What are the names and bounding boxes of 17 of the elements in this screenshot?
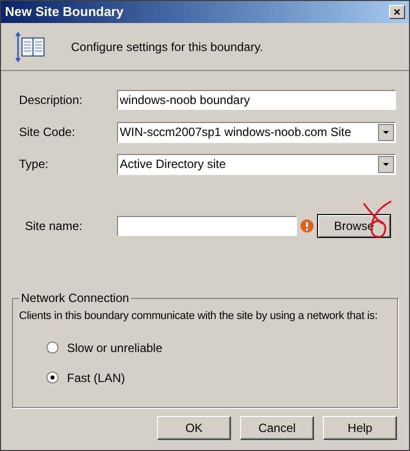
dropdown-field[interactable]: WIN-sccm2007sp1 windows-noob.com Site [116, 122, 396, 142]
dialog-button[interactable]: Help [323, 416, 397, 440]
window-title: New Site Boundary [5, 3, 124, 22]
dialog-button[interactable]: Cancel [240, 416, 314, 440]
field-label: Site Code: [19, 124, 76, 141]
field-label: Type: [19, 156, 50, 173]
field-label: Description: [19, 92, 84, 109]
dialog-button[interactable]: OK [157, 416, 231, 440]
field-label: Site name: [25, 218, 84, 235]
text-field[interactable]: windows-noob boundary [116, 90, 396, 110]
group-title: Network Connection [19, 291, 132, 305]
close-button[interactable]: × [389, 5, 405, 19]
description-text: Clients in this boundary communicate with the site by using a network that is: [19, 309, 378, 324]
header-text: Configure settings for this boundary. [71, 38, 263, 56]
radio-label[interactable]: Slow or unreliable [67, 338, 162, 356]
dropdown-field[interactable]: Active Directory site [116, 154, 396, 174]
radio-label[interactable]: Fast (LAN) [67, 368, 126, 386]
